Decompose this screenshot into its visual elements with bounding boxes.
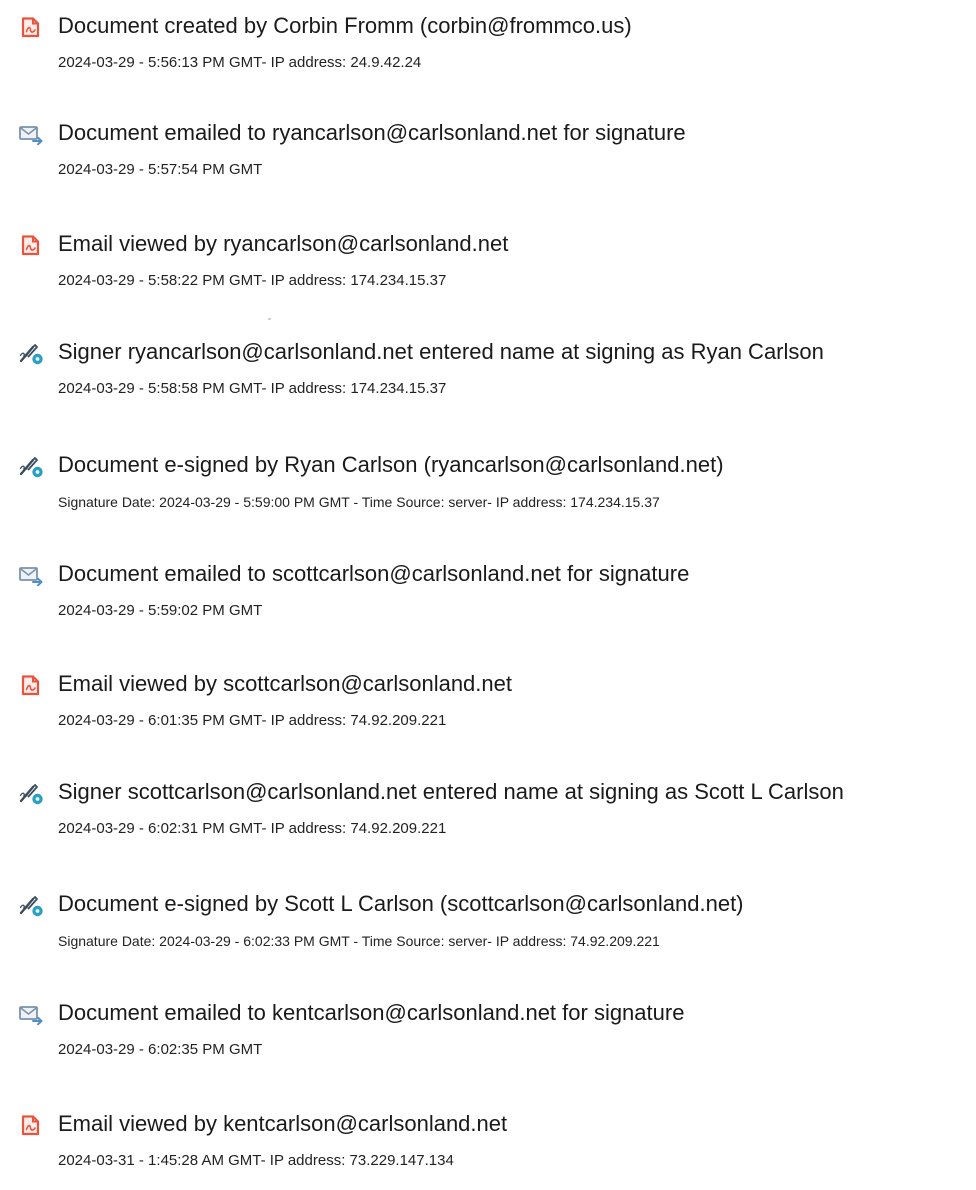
event-title: Signer scottcarlson@carlsonland.net ente…	[58, 779, 844, 804]
pdf-document-icon	[21, 1115, 40, 1136]
audit-event: Document e-signed by Ryan Carlson (ryanc…	[0, 451, 976, 531]
event-title: Signer ryancarlson@carlsonland.net enter…	[58, 339, 824, 364]
event-title: Email viewed by ryancarlson@carlsonland.…	[58, 231, 509, 256]
event-detail: 2024-03-29 - 5:59:02 PM GMT	[58, 602, 263, 619]
audit-event: Email viewed by kentcarlson@carlsonland.…	[0, 1110, 976, 1190]
event-title: Email viewed by scottcarlson@carlsonland…	[58, 671, 512, 696]
audit-event: Email viewed by ryancarlson@carlsonland.…	[0, 230, 976, 310]
signature-pen-icon	[19, 344, 43, 365]
email-sent-icon	[19, 567, 43, 587]
audit-log: Document created by Corbin Fromm (corbin…	[0, 0, 976, 1171]
event-title: Document e-signed by Scott L Carlson (sc…	[58, 891, 744, 916]
audit-event: Document emailed to ryancarlson@carlsonl…	[0, 119, 976, 199]
audit-event: Document emailed to kentcarlson@carlsonl…	[0, 999, 976, 1079]
signature-pen-icon	[19, 784, 43, 805]
event-detail: Signature Date: 2024-03-29 - 5:59:00 PM …	[58, 494, 660, 510]
event-title: Email viewed by kentcarlson@carlsonland.…	[58, 1111, 508, 1136]
event-title: Document emailed to ryancarlson@carlsonl…	[58, 120, 686, 145]
audit-event: Document emailed to scottcarlson@carlson…	[0, 560, 976, 640]
pdf-document-icon	[21, 17, 40, 38]
audit-event: Document created by Corbin Fromm (corbin…	[0, 12, 976, 92]
signature-pen-icon	[19, 457, 43, 478]
pdf-document-icon	[21, 675, 40, 696]
event-detail: 2024-03-29 - 6:02:35 PM GMT	[58, 1041, 263, 1058]
email-sent-icon	[19, 126, 43, 146]
event-title: Document emailed to kentcarlson@carlsonl…	[58, 1000, 685, 1025]
scan-speck	[268, 318, 271, 320]
pdf-document-icon	[21, 235, 40, 256]
event-detail: 2024-03-29 - 6:02:31 PM GMT- IP address:…	[58, 820, 447, 837]
event-detail: 2024-03-29 - 5:58:58 PM GMT- IP address:…	[58, 380, 447, 397]
signature-pen-icon	[19, 896, 43, 917]
audit-event: Email viewed by scottcarlson@carlsonland…	[0, 670, 976, 750]
event-detail: 2024-03-29 - 6:01:35 PM GMT- IP address:…	[58, 712, 447, 729]
audit-event: Document e-signed by Scott L Carlson (sc…	[0, 890, 976, 970]
event-detail: Signature Date: 2024-03-29 - 6:02:33 PM …	[58, 933, 660, 949]
event-title: Document e-signed by Ryan Carlson (ryanc…	[58, 452, 724, 477]
event-detail: 2024-03-29 - 5:58:22 PM GMT- IP address:…	[58, 272, 447, 289]
event-detail: 2024-03-31 - 1:45:28 AM GMT- IP address:…	[58, 1152, 454, 1169]
audit-event: Signer scottcarlson@carlsonland.net ente…	[0, 778, 976, 858]
event-title: Document emailed to scottcarlson@carlson…	[58, 561, 690, 586]
event-detail: 2024-03-29 - 5:56:13 PM GMT- IP address:…	[58, 54, 422, 71]
event-title: Document created by Corbin Fromm (corbin…	[58, 13, 632, 38]
email-sent-icon	[19, 1006, 43, 1026]
event-detail: 2024-03-29 - 5:57:54 PM GMT	[58, 161, 263, 178]
audit-event: Signer ryancarlson@carlsonland.net enter…	[0, 338, 976, 418]
